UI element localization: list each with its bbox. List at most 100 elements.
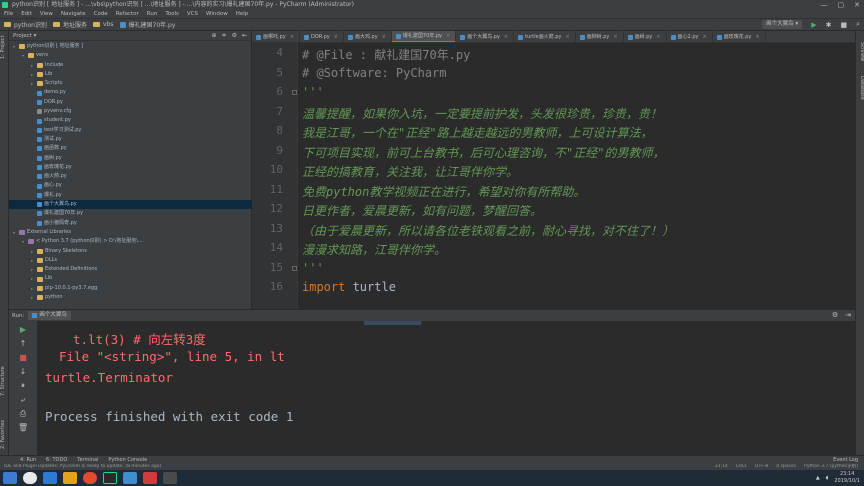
menu-edit[interactable]: Edit — [21, 10, 32, 18]
search-icon[interactable] — [23, 472, 37, 484]
tree-item[interactable]: 画心.py — [9, 181, 252, 190]
tree-item[interactable]: ▾ External Libraries — [9, 228, 252, 237]
tree-item[interactable]: ▸ DLLs — [9, 256, 252, 265]
menu-run[interactable]: Run — [147, 10, 158, 18]
collapse-arrow-icon[interactable]: ▸ — [31, 79, 35, 88]
editor-tab[interactable]: turtle画火箭.py × — [514, 31, 576, 42]
tree-item[interactable]: demo.py — [9, 88, 252, 97]
favorites-tool-tab[interactable]: 2: Favorites — [0, 419, 9, 449]
browser-icon[interactable] — [83, 472, 97, 484]
stop-icon[interactable]: ■ — [840, 21, 847, 29]
menu-navigate[interactable]: Navigate — [61, 10, 86, 18]
tree-item[interactable]: 测试.py — [9, 135, 252, 144]
editor-tab[interactable]: 爆礼建国70年.py × — [391, 31, 457, 42]
tree-item[interactable]: ▸ python — [9, 293, 252, 302]
close-tab-icon[interactable]: × — [446, 31, 450, 42]
rerun-icon[interactable]: ▶ — [18, 325, 28, 335]
sync-icon[interactable]: ⊕ — [212, 32, 217, 39]
collapse-arrow-icon[interactable]: ▸ — [31, 265, 35, 274]
gear-icon[interactable]: ⚙ — [232, 32, 237, 39]
tree-item[interactable]: 爆礼.py — [9, 191, 252, 200]
app-icon[interactable] — [123, 472, 137, 484]
editor-tab[interactable]: 画心2.py × — [667, 31, 713, 42]
menu-view[interactable]: View — [40, 10, 53, 18]
run-configuration-select[interactable]: 画个大翼鸟 ▾ — [762, 20, 803, 29]
expand-arrow-icon[interactable]: ▾ — [22, 51, 26, 60]
breadcrumb-file[interactable]: 爆礼建国70年.py — [119, 20, 175, 29]
soft-wrap-icon[interactable]: ⤶ — [18, 395, 28, 405]
editor-tab[interactable]: DOR.py × — [300, 31, 344, 42]
tree-item[interactable]: test学习测试.py — [9, 126, 252, 135]
hide-icon[interactable]: ⇥ — [845, 311, 851, 319]
tree-item[interactable]: ▸ Include — [9, 61, 252, 70]
hide-icon[interactable]: ⇤ — [242, 32, 247, 39]
menu-window[interactable]: Window — [206, 10, 228, 18]
editor-tab[interactable]: 画树.py × — [624, 31, 667, 42]
tree-item[interactable]: ▸ Lib — [9, 274, 252, 283]
volume-icon[interactable]: ◖ — [826, 475, 829, 482]
debug-icon[interactable]: ✱ — [826, 21, 832, 29]
trash-icon[interactable]: 🗑 — [18, 423, 28, 433]
run-console[interactable]: t.lt(3) # 向左转3度 File "<string>", line 5,… — [37, 321, 855, 455]
search-icon[interactable]: ⌕ — [856, 20, 860, 29]
breadcrumb-folder[interactable]: 地址服务 — [53, 20, 87, 29]
editor-tab[interactable]: 画哪吒.py × — [252, 31, 300, 42]
collapse-arrow-icon[interactable]: ▸ — [31, 70, 35, 79]
tree-item[interactable]: ▸ Scripts — [9, 79, 252, 88]
project-view-select[interactable]: Project ▾ — [13, 33, 36, 39]
breadcrumb-venv[interactable]: vbs — [93, 21, 114, 28]
expand-arrow-icon[interactable]: ▾ — [22, 237, 26, 246]
file-explorer-icon[interactable] — [63, 472, 77, 484]
tree-item[interactable]: ▸ Lib — [9, 70, 252, 79]
task-view-icon[interactable] — [43, 472, 57, 484]
up-arrow-icon[interactable]: ↑ — [18, 339, 28, 349]
collapse-arrow-icon[interactable]: ▸ — [31, 61, 35, 70]
down-arrow-icon[interactable]: ↓ — [18, 367, 28, 377]
recorder-icon[interactable] — [143, 472, 157, 484]
collapse-icon[interactable]: ≑ — [222, 32, 227, 39]
terminal-tool-tab[interactable]: Terminal — [77, 457, 98, 463]
tree-item[interactable]: ▸ Binary Skeletons — [9, 247, 252, 256]
menu-refactor[interactable]: Refactor — [116, 10, 139, 18]
network-icon[interactable]: ▲ — [816, 475, 820, 482]
collapse-arrow-icon[interactable]: ▸ — [31, 247, 35, 256]
tree-item[interactable]: 画小猪佩奇.py — [9, 219, 252, 228]
tree-item[interactable]: 画火箭.py — [9, 172, 252, 181]
tree-item[interactable]: ▸ Extended Definitions — [9, 265, 252, 274]
code-editor[interactable]: 4 5 6 7 8 9 10 11 12 13 14 15 16 # @File : 献礼建国70年.p… — [252, 43, 855, 309]
tree-item[interactable]: ▸ pip-10.0.1-py3.7.egg — [9, 284, 252, 293]
run-tab[interactable]: 画个大翼鸟 — [28, 311, 71, 320]
expand-arrow-icon[interactable]: ▾ — [13, 228, 17, 237]
close-tab-icon[interactable]: × — [755, 31, 759, 42]
gear-icon[interactable]: ⚙ — [832, 311, 838, 319]
python-console-tool-tab[interactable]: Python Console — [108, 457, 147, 463]
tree-item[interactable]: ▾ < Python 3.7 (python识别) > D:\地址服务\... — [9, 237, 252, 246]
tree-item[interactable]: 画树.py — [9, 154, 252, 163]
menu-vcs[interactable]: VCS — [187, 10, 198, 18]
maximize-button[interactable]: ▢ — [838, 0, 845, 10]
clock[interactable]: 23:14 2019/10/1 — [834, 471, 860, 485]
close-button[interactable]: ✕ — [854, 0, 860, 10]
todo-tool-tab[interactable]: 6: TODO — [46, 457, 67, 463]
fold-marker-icon[interactable] — [292, 90, 297, 95]
close-tab-icon[interactable]: × — [565, 31, 569, 42]
database-tool-tab[interactable]: Database — [856, 73, 864, 103]
close-tab-icon[interactable]: × — [613, 31, 617, 42]
tree-item[interactable]: student.py — [9, 116, 252, 125]
close-tab-icon[interactable]: × — [290, 31, 294, 42]
fold-marker-icon[interactable] — [292, 265, 297, 271]
menu-code[interactable]: Code — [94, 10, 108, 18]
collapse-arrow-icon[interactable]: ▸ — [31, 274, 35, 283]
event-log-tab[interactable]: Event Log — [833, 457, 858, 463]
menu-tools[interactable]: Tools — [165, 10, 179, 18]
tree-item[interactable]: 画玫瑰花.py — [9, 163, 252, 172]
tree-item[interactable]: ▾ python识别 [ 地址服务 ] — [9, 42, 252, 51]
close-tab-icon[interactable]: × — [382, 31, 386, 42]
run-tool-tab[interactable]: 4: Run — [20, 457, 36, 463]
editor-tab[interactable]: 画大鸡.py × — [344, 31, 392, 42]
tree-item[interactable]: 画函数.py — [9, 144, 252, 153]
editor-tab[interactable]: 画玫瑰花.py × — [713, 31, 766, 42]
breadcrumb-project[interactable]: python识别 — [4, 20, 47, 29]
close-tab-icon[interactable]: × — [656, 31, 660, 42]
collapse-arrow-icon[interactable]: ▸ — [31, 284, 35, 293]
